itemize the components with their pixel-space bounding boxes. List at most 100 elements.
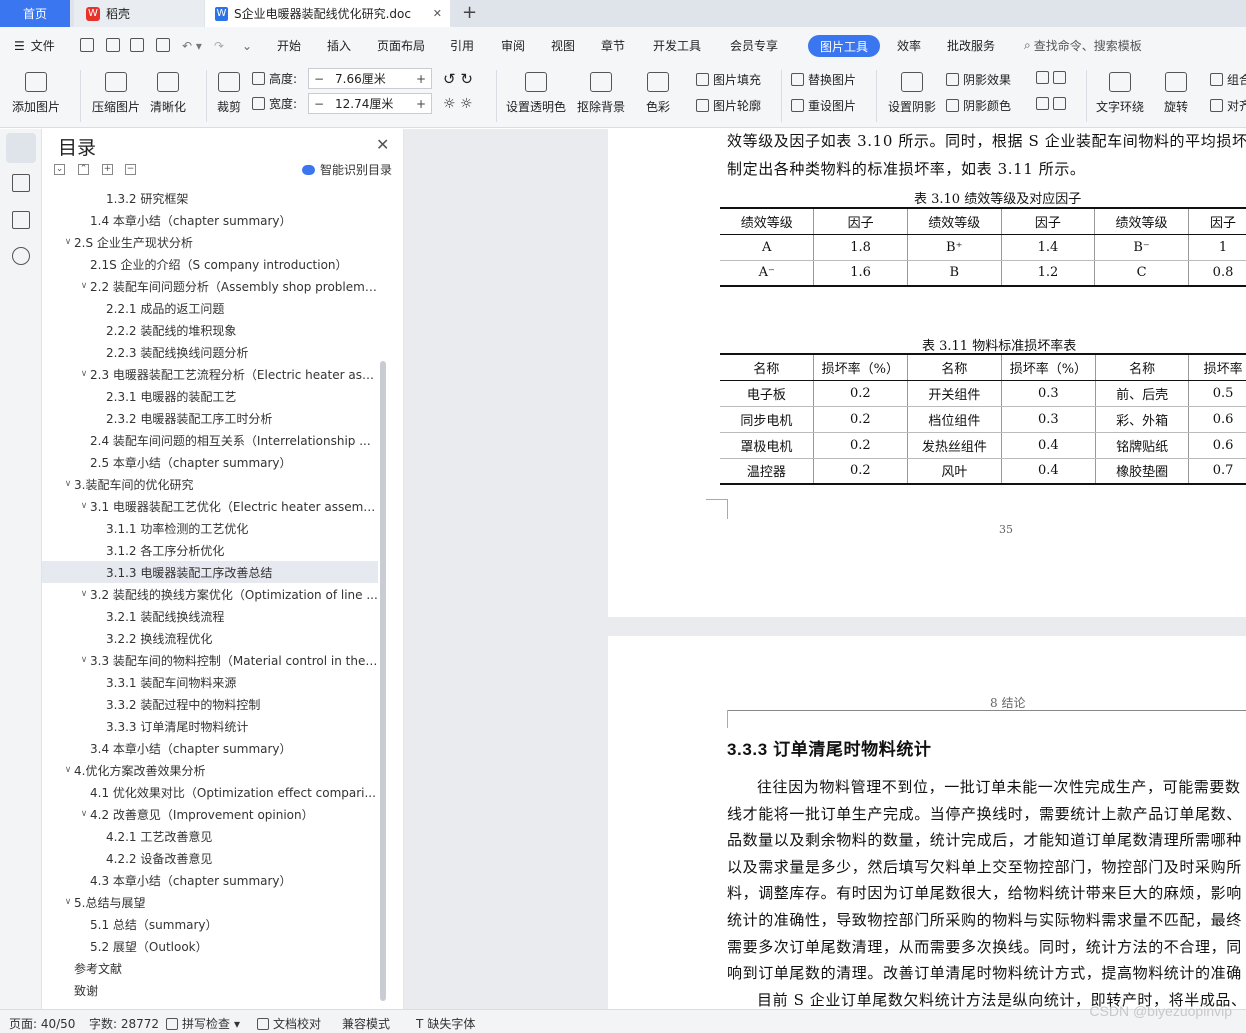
remove-heading-icon[interactable]: −: [125, 164, 136, 175]
height-value[interactable]: 7.66厘米: [329, 70, 411, 87]
smart-toc-button[interactable]: 智能识别目录: [302, 161, 392, 178]
menu-file[interactable]: ☰ 文件: [14, 27, 55, 64]
chevron-down-icon[interactable]: ∨: [62, 479, 74, 489]
menu-picture-tools[interactable]: 图片工具: [808, 35, 881, 57]
toc-item[interactable]: 4.1 优化效果对比（Optimization effect compari..…: [42, 781, 378, 803]
picture-outline-button[interactable]: 图片轮廓: [696, 97, 761, 114]
missing-font-button[interactable]: T 缺失字体: [416, 1015, 475, 1032]
toc-item[interactable]: 参考文献: [42, 957, 378, 979]
redo-icon[interactable]: ↷: [214, 27, 224, 64]
toc-item[interactable]: 3.1.2 各工序分析优化: [42, 539, 378, 561]
height-minus-icon[interactable]: −: [309, 72, 329, 86]
toc-item[interactable]: 1.4 本章小结（chapter summary）: [42, 209, 378, 231]
toc-item[interactable]: ∨ 3.装配车间的优化研究: [42, 473, 378, 495]
add-image-button[interactable]: 添加图片: [12, 72, 60, 115]
group-button[interactable]: 组合: [1210, 71, 1246, 88]
menu-member[interactable]: 会员专享: [730, 27, 778, 64]
crop-button[interactable]: 裁剪: [217, 72, 241, 115]
proofread-button[interactable]: 文档校对: [257, 1015, 321, 1032]
bookmark-icon[interactable]: [12, 211, 30, 229]
width-minus-icon[interactable]: −: [309, 97, 329, 111]
height-stepper[interactable]: −7.66厘米 +: [308, 68, 432, 89]
expand-up-icon[interactable]: ⌃: [78, 164, 89, 175]
shadow-nudge-icon[interactable]: [1036, 97, 1066, 110]
toc-item[interactable]: ∨ 3.3 装配车间的物料控制（Material control in the .…: [42, 649, 378, 671]
text-wrap-button[interactable]: 文字环绕: [1096, 72, 1144, 115]
toc-item[interactable]: 2.2.1 成品的返工问题: [42, 297, 378, 319]
compat-mode[interactable]: 兼容模式: [342, 1015, 390, 1032]
shadow-color-button[interactable]: 阴影颜色: [946, 97, 1011, 114]
print-preview-icon[interactable]: [156, 38, 170, 52]
word-count[interactable]: 字数: 28772: [89, 1015, 159, 1032]
save-icon[interactable]: [80, 38, 94, 52]
toc-item[interactable]: 2.3.2 电暖器装配工序工时分析: [42, 407, 378, 429]
toc-item[interactable]: ∨ 2.S 企业生产现状分析: [42, 231, 378, 253]
shadow-effect-button[interactable]: 阴影效果: [946, 71, 1011, 88]
set-shadow-button[interactable]: 设置阴影: [888, 72, 936, 115]
color-button[interactable]: 色彩: [646, 72, 670, 115]
chevron-down-icon[interactable]: ∨: [78, 655, 90, 665]
chevron-down-icon[interactable]: ∨: [62, 897, 74, 907]
toc-scrollbar[interactable]: [380, 361, 386, 1001]
toc-item[interactable]: 致谢: [42, 979, 378, 1001]
menu-page-layout[interactable]: 页面布局: [377, 27, 425, 64]
replace-image-button[interactable]: 替换图片: [791, 71, 856, 88]
add-heading-icon[interactable]: +: [102, 164, 113, 175]
toc-item[interactable]: 1.3.2 研究框架: [42, 187, 378, 209]
menu-review[interactable]: 审阅: [501, 27, 525, 64]
chevron-down-icon[interactable]: ∨: [78, 589, 90, 599]
toc-item[interactable]: 5.2 展望（Outlook）: [42, 935, 378, 957]
menu-section[interactable]: 章节: [601, 27, 625, 64]
toc-item[interactable]: 5.1 总结（summary）: [42, 913, 378, 935]
chevron-down-icon[interactable]: ∨: [78, 501, 90, 511]
close-tab-icon[interactable]: ✕: [433, 7, 442, 20]
toc-item[interactable]: 3.2.1 装配线换线流程: [42, 605, 378, 627]
toc-item[interactable]: 2.2.2 装配线的堆积现象: [42, 319, 378, 341]
toc-item[interactable]: 3.3.1 装配车间物料来源: [42, 671, 378, 693]
toc-item[interactable]: ∨ 3.2 装配线的换线方案优化（Optimization of line ...: [42, 583, 378, 605]
menu-insert[interactable]: 插入: [327, 27, 351, 64]
menu-references[interactable]: 引用: [450, 27, 474, 64]
tab-home[interactable]: 首页: [0, 0, 70, 27]
toc-panel-icon[interactable]: [6, 133, 36, 163]
height-plus-icon[interactable]: +: [411, 72, 431, 86]
width-plus-icon[interactable]: +: [411, 97, 431, 111]
new-tab-icon[interactable]: +: [462, 2, 477, 23]
menu-view[interactable]: 视图: [551, 27, 575, 64]
toc-item[interactable]: 3.2.2 换线流程优化: [42, 627, 378, 649]
menu-dev-tools[interactable]: 开发工具: [653, 27, 701, 64]
search-icon[interactable]: [12, 247, 30, 265]
more-quick-icon[interactable]: ⌄: [242, 27, 252, 64]
toc-item[interactable]: 3.1.1 功率检测的工艺优化: [42, 517, 378, 539]
toc-item[interactable]: ∨ 3.1 电暖器装配工艺优化（Electric heater assemb...: [42, 495, 378, 517]
print-icon[interactable]: [130, 38, 144, 52]
chevron-down-icon[interactable]: ∨: [78, 369, 90, 379]
chevron-down-icon[interactable]: ∨: [78, 281, 90, 291]
menu-efficiency[interactable]: 效率: [897, 27, 921, 64]
toc-item[interactable]: ∨ 2.3 电暖器装配工艺流程分析（Electric heater ass...: [42, 363, 378, 385]
toc-item[interactable]: ∨ 4.2 改善意见（Improvement opinion）: [42, 803, 378, 825]
export-pdf-icon[interactable]: [106, 38, 120, 52]
toc-item[interactable]: 3.3.2 装配过程中的物料控制: [42, 693, 378, 715]
toc-item[interactable]: 2.3.1 电暖器的装配工艺: [42, 385, 378, 407]
width-value[interactable]: 12.74厘米: [329, 95, 411, 112]
rotate-left-icon[interactable]: ↺ ↻: [443, 70, 473, 88]
remove-background-button[interactable]: 抠除背景: [577, 72, 625, 115]
toc-item[interactable]: ∨ 2.2 装配车间问题分析（Assembly shop problem ...: [42, 275, 378, 297]
command-search[interactable]: ⌕ 查找命令、搜索模板: [1024, 27, 1142, 64]
page-count[interactable]: 页面: 40/50: [9, 1015, 75, 1032]
brightness-icon[interactable]: ☼ ☼: [443, 96, 473, 112]
picture-fill-button[interactable]: 图片填充: [696, 71, 761, 88]
set-transparent-button[interactable]: 设置透明色: [506, 72, 566, 115]
compress-image-button[interactable]: 压缩图片: [92, 72, 140, 115]
sharpen-button[interactable]: 清晰化: [150, 72, 186, 115]
align-button[interactable]: 对齐: [1210, 97, 1246, 114]
menu-start[interactable]: 开始: [277, 27, 301, 64]
width-stepper[interactable]: −12.74厘米 +: [308, 93, 432, 114]
chevron-down-icon[interactable]: ∨: [62, 237, 74, 247]
close-icon[interactable]: ✕: [376, 135, 389, 154]
reset-image-button[interactable]: 重设图片: [791, 97, 856, 114]
tab-document[interactable]: W S企业电暖器装配线优化研究.doc ✕: [205, 0, 450, 27]
toc-item[interactable]: 2.1S 企业的介绍（S company introduction）: [42, 253, 378, 275]
chevron-down-icon[interactable]: ∨: [62, 765, 74, 775]
